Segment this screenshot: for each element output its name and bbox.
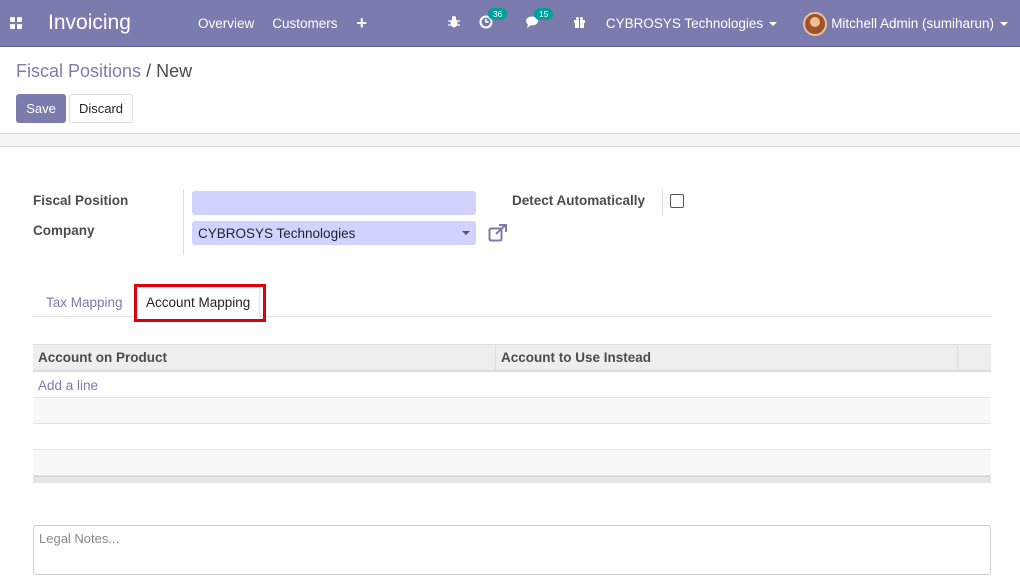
tab-tax-mapping[interactable]: Tax Mapping: [33, 287, 136, 317]
messages-icon[interactable]: 15: [525, 8, 554, 32]
detect-automatically-label: Detect Automatically: [512, 193, 646, 208]
table-row: [33, 450, 991, 476]
menu-overview[interactable]: Overview: [189, 16, 263, 31]
company-select-value: CYBROSYS Technologies: [198, 225, 356, 241]
table-row: [33, 372, 991, 398]
user-avatar[interactable]: [803, 11, 828, 36]
table-header: Account on Product Account to Use Instea…: [33, 344, 991, 372]
highlight-box: [134, 284, 266, 322]
breadcrumb: Fiscal Positions / New: [16, 61, 192, 82]
breadcrumb-fiscal-positions[interactable]: Fiscal Positions: [16, 61, 141, 81]
nav-menu: Overview Customers: [189, 16, 347, 31]
discard-button[interactable]: Discard: [69, 94, 133, 123]
save-button[interactable]: Save: [16, 94, 66, 123]
fiscal-position-input[interactable]: [192, 191, 476, 215]
systray: 36 15 CYBROSYS Technologies Mitchell Adm…: [447, 0, 1020, 47]
table-footer: [33, 476, 991, 483]
label-divider: [183, 189, 184, 255]
control-panel-divider: [0, 133, 1020, 147]
fiscal-position-label: Fiscal Position: [33, 193, 129, 208]
column-account-on-product[interactable]: Account on Product: [33, 345, 496, 370]
activity-count-badge: 36: [487, 8, 508, 20]
apps-menu-icon[interactable]: [0, 0, 32, 47]
menu-customers[interactable]: Customers: [263, 16, 346, 31]
table-row: [33, 398, 991, 424]
external-link-icon[interactable]: [488, 224, 508, 242]
company-switcher[interactable]: CYBROSYS Technologies: [605, 16, 778, 31]
label-divider: [662, 189, 663, 215]
legal-notes-field[interactable]: Legal Notes...: [33, 525, 991, 575]
top-navbar: Invoicing Overview Customers + 36 15 CYB…: [0, 0, 1020, 47]
gift-icon[interactable]: [573, 16, 586, 32]
bug-icon[interactable]: [447, 15, 461, 32]
company-select[interactable]: CYBROSYS Technologies: [192, 221, 476, 245]
chevron-down-icon: [462, 231, 470, 235]
app-title[interactable]: Invoicing: [48, 11, 175, 35]
company-label: Company: [33, 223, 95, 238]
chevron-down-icon: [769, 22, 778, 27]
messages-count-badge: 15: [533, 8, 554, 20]
table-row: [33, 424, 991, 450]
column-account-to-use-instead[interactable]: Account to Use Instead: [496, 345, 958, 370]
user-name: Mitchell Admin (sumiharun): [831, 16, 994, 31]
plus-icon[interactable]: +: [357, 13, 368, 34]
breadcrumb-separator: /: [146, 61, 152, 81]
add-a-line-link[interactable]: Add a line: [38, 378, 98, 393]
company-name: CYBROSYS Technologies: [605, 16, 764, 31]
chevron-down-icon: [1000, 22, 1008, 27]
activity-clock-icon[interactable]: 36: [479, 8, 508, 32]
column-actions: [958, 345, 989, 370]
detect-automatically-checkbox[interactable]: [670, 194, 684, 208]
breadcrumb-current: New: [156, 61, 193, 81]
user-menu[interactable]: Mitchell Admin (sumiharun): [831, 16, 1008, 31]
